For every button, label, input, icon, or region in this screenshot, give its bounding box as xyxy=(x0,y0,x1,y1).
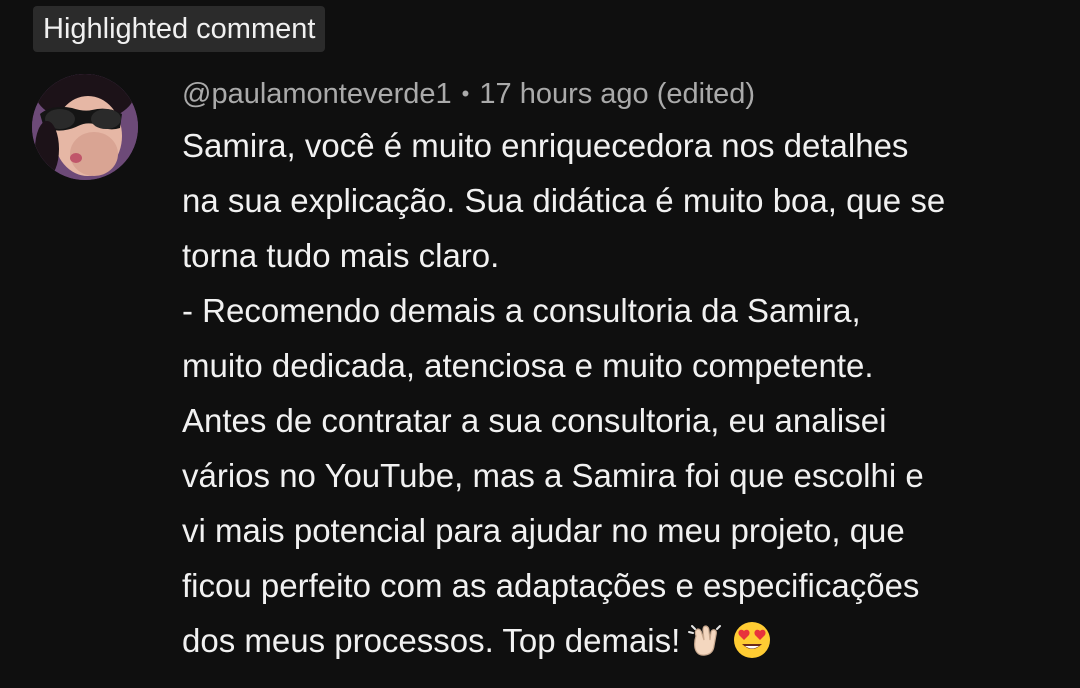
comment-line: torna tudo mais claro. xyxy=(182,237,500,274)
comment-body: Samira, você é muito enriquecedora nos d… xyxy=(182,118,1062,668)
comment-line: na sua explicação. Sua didática é muito … xyxy=(182,182,946,219)
comment-line: Antes de contratar a sua consultoria, eu… xyxy=(182,402,887,439)
comment-meta: @paulamonteverde1 • 17 hours ago (edited) xyxy=(182,74,755,114)
comment-line: vários no YouTube, mas a Samira foi que … xyxy=(182,457,924,494)
comment-line: Samira, você é muito enriquecedora nos d… xyxy=(182,127,909,164)
comment-line: - Recomendo demais a consultoria da Sami… xyxy=(182,292,861,329)
comment-line-text: dos meus processos. Top demais! xyxy=(182,622,681,659)
comment-line: muito dedicada, atenciosa e muito compet… xyxy=(182,347,874,384)
comment-timestamp[interactable]: 17 hours ago (edited) xyxy=(479,78,755,110)
comment-author[interactable]: @paulamonteverde1 xyxy=(182,78,452,110)
comment-line: vi mais potencial para ajudar no meu pro… xyxy=(182,512,905,549)
avatar-image xyxy=(32,74,138,180)
clapping-hands-emoji-icon xyxy=(686,620,726,660)
comment-line-last: dos meus processos. Top demais! xyxy=(182,613,1062,668)
heart-eyes-emoji-icon xyxy=(732,620,772,660)
highlighted-comment-badge: Highlighted comment xyxy=(33,6,326,52)
comment-line: ficou perfeito com as adaptações e espec… xyxy=(182,567,920,604)
meta-separator: • xyxy=(461,81,470,106)
avatar[interactable] xyxy=(32,74,138,180)
